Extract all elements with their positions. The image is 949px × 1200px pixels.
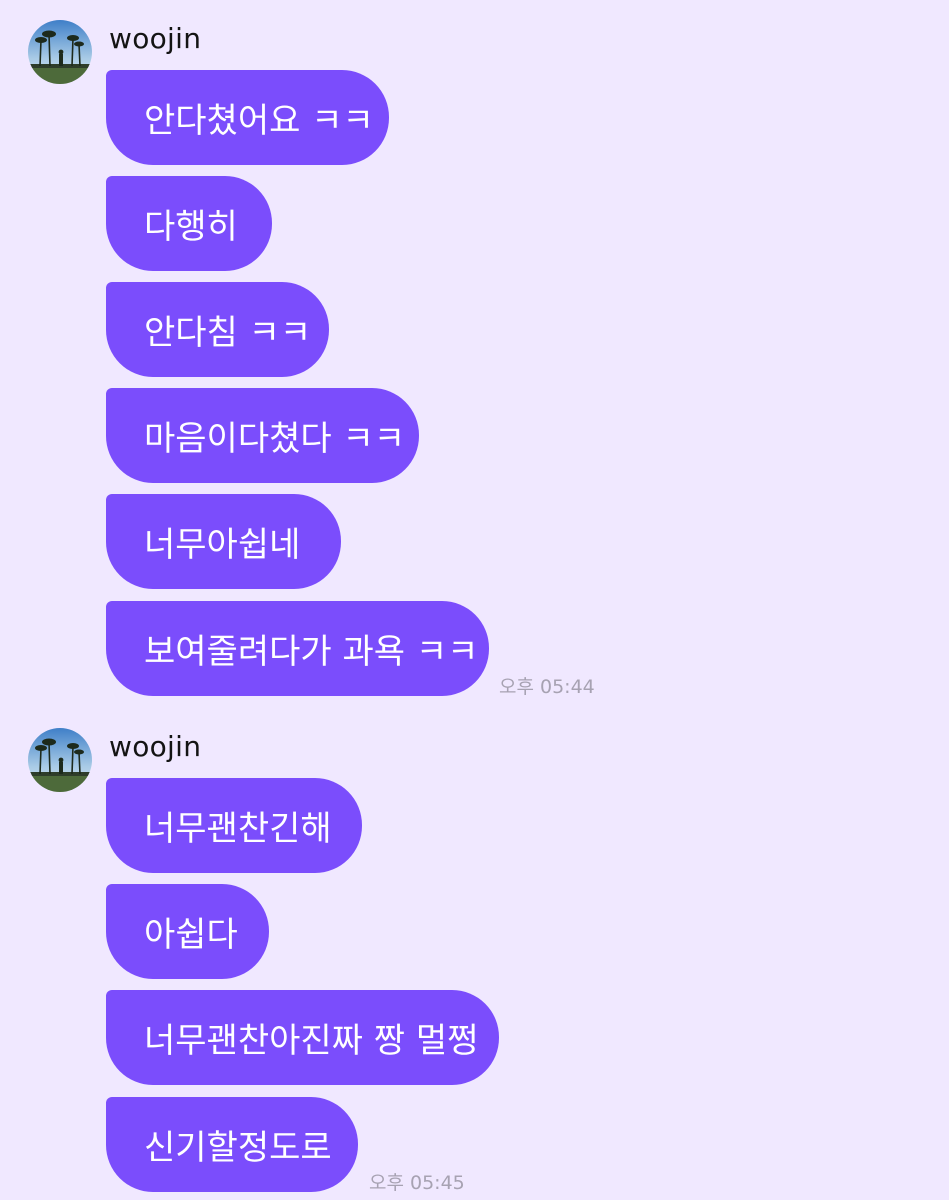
sender-name: woojin — [109, 730, 202, 763]
avatar[interactable] — [28, 20, 92, 84]
message-bubble[interactable]: 다행히 — [106, 176, 272, 271]
message-bubble[interactable]: 너무괜찬아진짜 짱 멀쩡 — [106, 990, 499, 1085]
message-timestamp: 오후 05:45 — [369, 1172, 465, 1194]
message-bubble[interactable]: 안다침 ㅋㅋ — [106, 282, 329, 377]
profile-photo-icon — [28, 20, 92, 84]
message-bubble[interactable]: 안다쳤어요 ㅋㅋ — [106, 70, 389, 165]
message-timestamp: 오후 05:44 — [499, 676, 595, 698]
message-bubble[interactable]: 너무괜찬긴해 — [106, 778, 362, 873]
profile-photo-icon — [28, 728, 92, 792]
message-bubble[interactable]: 너무아쉽네 — [106, 494, 341, 589]
sender-name: woojin — [109, 22, 202, 55]
message-bubble[interactable]: 마음이다쳤다 ㅋㅋ — [106, 388, 419, 483]
message-bubble[interactable]: 보여줄려다가 과욕 ㅋㅋ — [106, 601, 489, 696]
avatar[interactable] — [28, 728, 92, 792]
message-bubble[interactable]: 신기할정도로 — [106, 1097, 358, 1192]
message-bubble[interactable]: 아쉽다 — [106, 884, 269, 979]
